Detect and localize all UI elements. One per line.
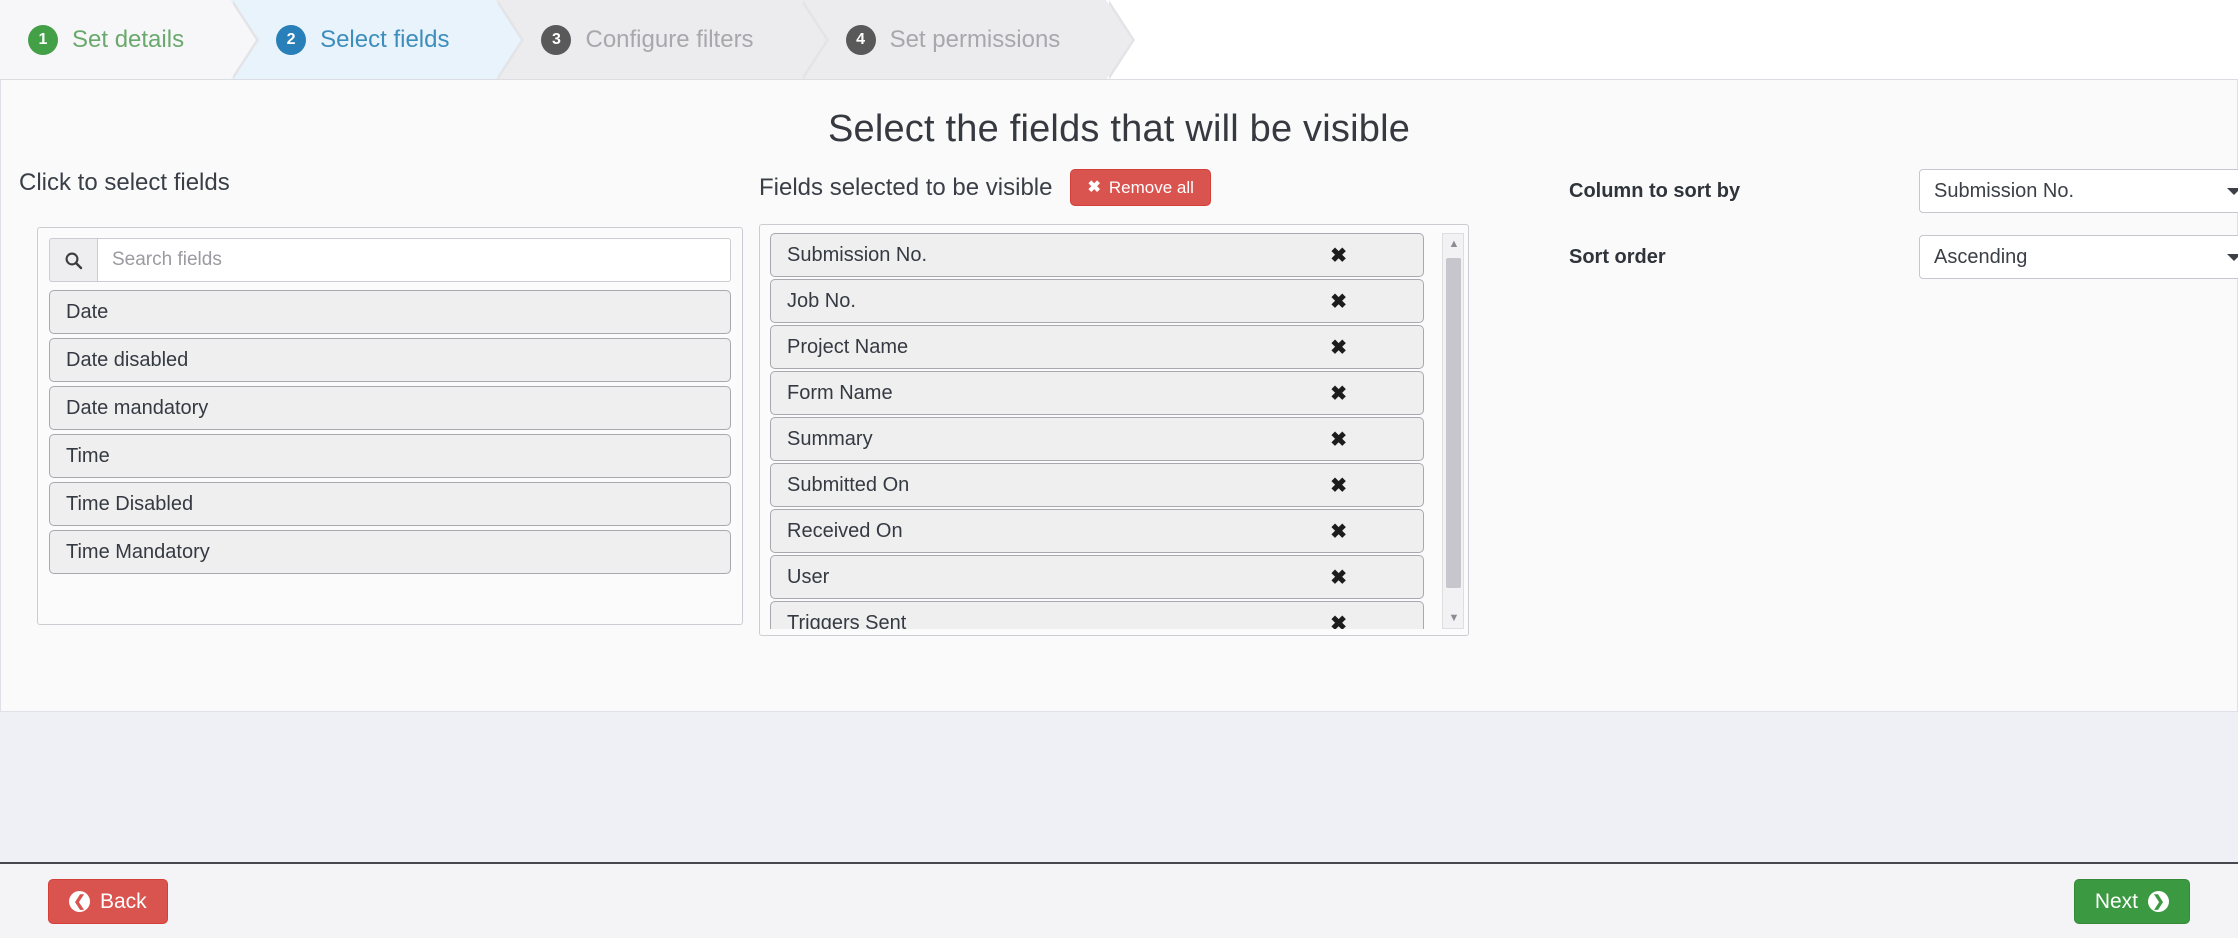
remove-field-icon[interactable]: ✖ xyxy=(1330,473,1407,498)
selected-field-label: Received On xyxy=(787,519,903,542)
remove-field-icon[interactable]: ✖ xyxy=(1330,427,1407,452)
selected-field-item[interactable]: Summary ✖ xyxy=(770,417,1424,461)
column-to-sort-by-select[interactable]: Submission No. xyxy=(1919,169,2238,213)
available-field-label: Time Disabled xyxy=(66,492,194,515)
remove-field-icon[interactable]: ✖ xyxy=(1330,243,1407,268)
selected-fields-list: Submission No. ✖ Job No. ✖ Project Name … xyxy=(770,233,1460,629)
remove-field-icon[interactable]: ✖ xyxy=(1330,289,1407,314)
scroll-up-icon[interactable]: ▲ xyxy=(1443,234,1465,254)
available-field-item[interactable]: Date xyxy=(49,290,731,334)
remove-all-button[interactable]: ✖ Remove all xyxy=(1070,169,1211,206)
available-fields-column: Click to select fields Date D xyxy=(19,169,759,636)
wizard-step-label: Configure filters xyxy=(585,25,754,53)
sort-options-column: Column to sort by Submission No. Sort or… xyxy=(1519,169,2238,636)
available-field-label: Time xyxy=(66,444,110,467)
wizard-step-label: Set permissions xyxy=(889,25,1061,53)
next-button-label: Next xyxy=(2094,889,2138,913)
selected-field-label: Submitted On xyxy=(787,473,910,496)
column-to-sort-by-row: Column to sort by Submission No. xyxy=(1569,169,2238,213)
column-to-sort-by-label: Column to sort by xyxy=(1569,179,1741,202)
arrow-right-circle-icon: ❯ xyxy=(2148,890,2169,912)
available-field-item[interactable]: Time Mandatory xyxy=(49,530,731,574)
selected-field-item[interactable]: Triggers Sent ✖ xyxy=(770,601,1424,629)
selected-field-label: Job No. xyxy=(787,289,856,312)
chevron-down-icon xyxy=(2227,188,2238,195)
selected-field-label: Form Name xyxy=(787,381,893,404)
selected-fields-scrollbar[interactable]: ▲ ▼ xyxy=(1442,233,1464,629)
selected-fields-column: Fields selected to be visible ✖ Remove a… xyxy=(759,169,1519,636)
main-content-card: Select the fields that will be visible C… xyxy=(0,80,2238,712)
remove-field-icon[interactable]: ✖ xyxy=(1330,611,1407,630)
step-number-badge: 2 xyxy=(276,24,307,55)
back-button[interactable]: ❮ Back xyxy=(48,878,168,924)
arrow-left-circle-icon: ❮ xyxy=(69,890,90,912)
selected-field-item[interactable]: Submitted On ✖ xyxy=(770,463,1424,507)
remove-field-icon[interactable]: ✖ xyxy=(1330,565,1407,590)
remove-all-label: Remove all xyxy=(1108,178,1194,197)
selected-field-item[interactable]: Job No. ✖ xyxy=(770,279,1424,323)
selected-field-item[interactable]: Received On ✖ xyxy=(770,509,1424,553)
selected-field-label: Project Name xyxy=(787,335,909,358)
wizard-step-select-fields[interactable]: 2 Select fields xyxy=(230,0,525,79)
sort-order-row: Sort order Ascending xyxy=(1569,235,2238,279)
wizard-step-nav: 1 Set details 2 Select fields 3 Configur… xyxy=(0,0,2238,80)
available-field-label: Date mandatory xyxy=(66,396,209,419)
step-number-badge: 3 xyxy=(541,24,572,55)
selected-field-item[interactable]: Submission No. ✖ xyxy=(770,233,1424,277)
available-field-item[interactable]: Time xyxy=(49,434,731,478)
wizard-step-label: Select fields xyxy=(320,25,450,53)
column-to-sort-by-value: Submission No. xyxy=(1934,179,2075,202)
selected-fields-headrow: Fields selected to be visible ✖ Remove a… xyxy=(759,169,1519,206)
search-fields-group xyxy=(49,238,731,282)
wizard-step-label: Set details xyxy=(72,25,185,53)
back-button-label: Back xyxy=(100,889,147,913)
sort-order-label: Sort order xyxy=(1569,245,1666,268)
selected-field-item[interactable]: Project Name ✖ xyxy=(770,325,1424,369)
wizard-step-set-details[interactable]: 1 Set details xyxy=(0,0,260,79)
remove-field-icon[interactable]: ✖ xyxy=(1330,519,1407,544)
page-root: 1 Set details 2 Select fields 3 Configur… xyxy=(0,0,2238,938)
close-icon: ✖ xyxy=(1087,178,1101,196)
search-input[interactable] xyxy=(97,238,731,282)
selected-field-item[interactable]: User ✖ xyxy=(770,555,1424,599)
sort-order-select[interactable]: Ascending xyxy=(1919,235,2238,279)
available-field-item[interactable]: Time Disabled xyxy=(49,482,731,526)
selected-field-label: User xyxy=(787,565,830,588)
scroll-down-icon[interactable]: ▼ xyxy=(1443,608,1465,628)
sort-order-value: Ascending xyxy=(1934,245,2028,268)
chevron-down-icon xyxy=(2227,254,2238,261)
available-fields-panel: Date Date disabled Date mandatory Time T… xyxy=(37,227,743,625)
selected-field-label: Triggers Sent xyxy=(787,611,907,630)
available-field-item[interactable]: Date disabled xyxy=(49,338,731,382)
content-columns: Click to select fields Date D xyxy=(1,169,2238,636)
wizard-step-set-permissions[interactable]: 4 Set permissions xyxy=(799,0,1136,79)
available-fields-heading: Click to select fields xyxy=(19,169,230,196)
available-field-label: Date xyxy=(66,300,109,323)
search-icon xyxy=(49,238,97,282)
remove-field-icon[interactable]: ✖ xyxy=(1330,381,1407,406)
available-field-label: Date disabled xyxy=(66,348,189,371)
scrollbar-thumb[interactable] xyxy=(1446,258,1461,588)
selected-field-item[interactable]: Form Name ✖ xyxy=(770,371,1424,415)
step-number-badge: 1 xyxy=(28,24,58,55)
selected-fields-panel: Submission No. ✖ Job No. ✖ Project Name … xyxy=(759,224,1469,636)
wizard-footer: ❮ Back Next ❯ xyxy=(0,862,2238,938)
wizard-step-configure-filters[interactable]: 3 Configure filters xyxy=(495,0,829,79)
page-title: Select the fields that will be visible xyxy=(827,108,1411,150)
available-fields-list: Date Date disabled Date mandatory Time T… xyxy=(38,282,742,574)
step-number-badge: 4 xyxy=(845,24,876,55)
available-field-label: Time Mandatory xyxy=(66,540,210,563)
selected-field-label: Summary xyxy=(787,427,873,450)
next-button[interactable]: Next ❯ xyxy=(2073,878,2190,924)
selected-field-label: Submission No. xyxy=(787,243,928,266)
remove-field-icon[interactable]: ✖ xyxy=(1330,335,1407,360)
available-field-item[interactable]: Date mandatory xyxy=(49,386,731,430)
selected-fields-heading: Fields selected to be visible xyxy=(759,173,1053,201)
